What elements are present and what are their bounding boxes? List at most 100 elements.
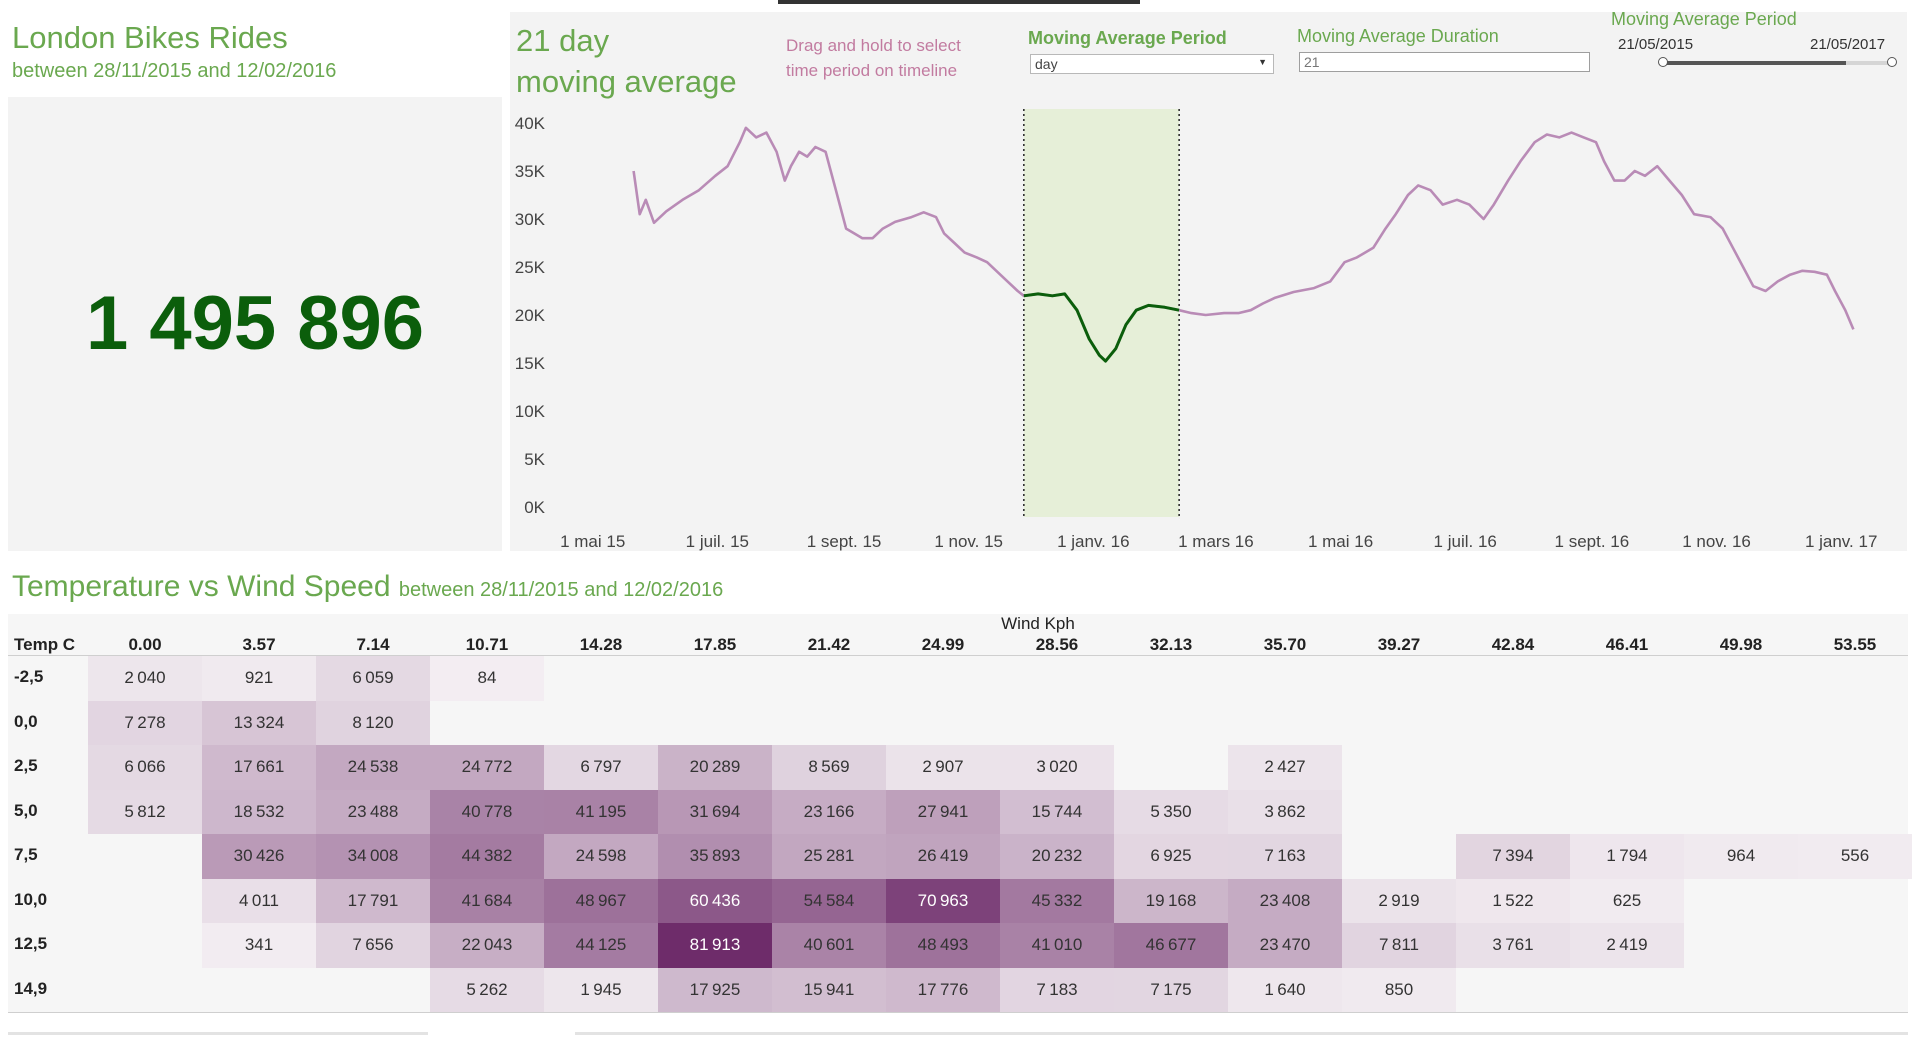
wind-column-header: 10.71	[465, 635, 509, 654]
heatmap-cell[interactable]: 1 522	[1456, 878, 1570, 923]
heatmap-cell[interactable]: 45 332	[1000, 878, 1114, 923]
heatmap-cell[interactable]: 18 532	[202, 789, 316, 834]
heatmap-cell[interactable]: 70 963	[886, 878, 1000, 923]
moving-average-line	[632, 126, 1855, 363]
heatmap-cell[interactable]: 5 350	[1114, 789, 1228, 834]
heatmap-cell[interactable]: 34 008	[316, 834, 430, 879]
heatmap-cell[interactable]: 84	[430, 656, 544, 701]
heatmap-cell[interactable]: 46 677	[1114, 923, 1228, 968]
heatmap-cell[interactable]: 40 778	[430, 789, 544, 834]
range-slider-end-handle[interactable]	[1887, 57, 1897, 67]
heatmap-cell[interactable]: 26 419	[886, 834, 1000, 879]
heatmap-cell[interactable]: 2 040	[88, 656, 202, 701]
heatmap-cell[interactable]: 5 812	[88, 789, 202, 834]
heatmap-cell[interactable]: 7 183	[1000, 967, 1114, 1012]
heatmap-cell[interactable]: 23 488	[316, 789, 430, 834]
heatmap-cell[interactable]: 41 195	[544, 789, 658, 834]
heatmap-cell[interactable]: 44 382	[430, 834, 544, 879]
heatmap-cell[interactable]: 1 945	[544, 967, 658, 1012]
moving-average-line-chart[interactable]: 0K 5K 10K 15K 20K 25K 30K 35K 40K 1 mai 15 1 juil.…	[510, 100, 1907, 551]
heatmap-cell[interactable]: 27 941	[886, 789, 1000, 834]
top-scrollbar[interactable]	[778, 0, 1140, 4]
heatmap-cell[interactable]: 22 043	[430, 923, 544, 968]
heatmap-cell[interactable]: 40 601	[772, 923, 886, 968]
heatmap-cell[interactable]: 7 175	[1114, 967, 1228, 1012]
heatmap-cell[interactable]: 341	[202, 923, 316, 968]
heatmap-cell[interactable]: 35 893	[658, 834, 772, 879]
heatmap-cell[interactable]: 15 744	[1000, 789, 1114, 834]
heatmap-cell[interactable]: 2 919	[1342, 878, 1456, 923]
heatmap-cell[interactable]: 850	[1342, 967, 1456, 1012]
heatmap-cell[interactable]: 17 925	[658, 967, 772, 1012]
heatmap-cell[interactable]: 23 166	[772, 789, 886, 834]
heatmap-cell[interactable]: 17 661	[202, 745, 316, 790]
heatmap-cell[interactable]: 54 584	[772, 878, 886, 923]
x-tick-label: 1 mai 15	[560, 532, 625, 551]
y-tick-label: 5K	[524, 450, 545, 469]
moving-average-period-select[interactable]: day ▼	[1030, 54, 1274, 74]
heatmap-cell[interactable]: 20 289	[658, 745, 772, 790]
heatmap-cell[interactable]: 41 010	[1000, 923, 1114, 968]
heatmap-cell[interactable]: 1 640	[1228, 967, 1342, 1012]
wind-column-header: 39.27	[1377, 635, 1421, 654]
heatmap-cell[interactable]: 30 426	[202, 834, 316, 879]
heatmap-cell[interactable]: 7 278	[88, 700, 202, 745]
heatmap-cell[interactable]: 5 262	[430, 967, 544, 1012]
heatmap-cell[interactable]: 44 125	[544, 923, 658, 968]
range-slider-selection[interactable]	[1664, 61, 1846, 65]
heatmap-cell[interactable]: 24 538	[316, 745, 430, 790]
heatmap-cell[interactable]: 24 598	[544, 834, 658, 879]
heatmap-cell[interactable]: 964	[1684, 834, 1798, 879]
heatmap-cell[interactable]: 921	[202, 656, 316, 701]
bottom-scrollbar-left[interactable]	[8, 1032, 428, 1035]
heatmap-cell[interactable]: 2 907	[886, 745, 1000, 790]
heatmap-cell[interactable]: 23 408	[1228, 878, 1342, 923]
heatmap-cell[interactable]: 24 772	[430, 745, 544, 790]
wind-column-header: 35.70	[1263, 635, 1307, 654]
heatmap-cell[interactable]: 1 794	[1570, 834, 1684, 879]
heatmap-cell[interactable]: 8 569	[772, 745, 886, 790]
heatmap-cell[interactable]: 3 761	[1456, 923, 1570, 968]
heatmap-cell[interactable]: 2 427	[1228, 745, 1342, 790]
heatmap-cell[interactable]: 6 066	[88, 745, 202, 790]
heatmap-cell[interactable]: 7 656	[316, 923, 430, 968]
kpi-title: London Bikes Rides	[12, 20, 288, 55]
heatmap-cell[interactable]: 19 168	[1114, 878, 1228, 923]
heatmap-cell[interactable]: 15 941	[772, 967, 886, 1012]
heatmap-cell[interactable]: 625	[1570, 878, 1684, 923]
heatmap-cell[interactable]: 2 419	[1570, 923, 1684, 968]
temp-row-header: 5,0	[14, 800, 38, 820]
range-slider-start-handle[interactable]	[1658, 57, 1668, 67]
temp-row-header: 10,0	[14, 889, 48, 909]
heatmap-cell[interactable]: 7 163	[1228, 834, 1342, 879]
wind-column-header: 24.99	[921, 635, 965, 654]
range-end-date: 21/05/2017	[1810, 36, 1886, 53]
heatmap-cell[interactable]: 20 232	[1000, 834, 1114, 879]
heatmap-cell[interactable]: 23 470	[1228, 923, 1342, 968]
heatmap-cell[interactable]: 31 694	[658, 789, 772, 834]
heatmap-cell[interactable]: 3 862	[1228, 789, 1342, 834]
heatmap-cell[interactable]: 48 493	[886, 923, 1000, 968]
moving-average-duration-input[interactable]: 21	[1299, 52, 1590, 72]
chevron-down-icon[interactable]: ▼	[1258, 57, 1267, 67]
heatmap-cell[interactable]: 3 020	[1000, 745, 1114, 790]
heatmap-cell[interactable]: 8 120	[316, 700, 430, 745]
heatmap-cell[interactable]: 4 011	[202, 878, 316, 923]
heatmap-cell[interactable]: 17 791	[316, 878, 430, 923]
heatmap-title-main: Temperature vs Wind Speed	[12, 570, 391, 603]
bottom-scrollbar-right[interactable]	[575, 1032, 1908, 1035]
heatmap-cell[interactable]: 41 684	[430, 878, 544, 923]
heatmap-cell[interactable]: 556	[1798, 834, 1912, 879]
heatmap-cell[interactable]: 6 059	[316, 656, 430, 701]
heatmap-cell[interactable]: 6 925	[1114, 834, 1228, 879]
heatmap-cell[interactable]: 48 967	[544, 878, 658, 923]
heatmap-cell[interactable]: 25 281	[772, 834, 886, 879]
heatmap-cell[interactable]: 13 324	[202, 700, 316, 745]
heatmap-cell[interactable]: 81 913	[658, 923, 772, 968]
heatmap-cell[interactable]: 60 436	[658, 878, 772, 923]
heatmap-cell[interactable]: 7 811	[1342, 923, 1456, 968]
heatmap-cell[interactable]: 7 394	[1456, 834, 1570, 879]
heatmap-cell[interactable]: 6 797	[544, 745, 658, 790]
wind-column-header: 32.13	[1149, 635, 1193, 654]
heatmap-cell[interactable]: 17 776	[886, 967, 1000, 1012]
